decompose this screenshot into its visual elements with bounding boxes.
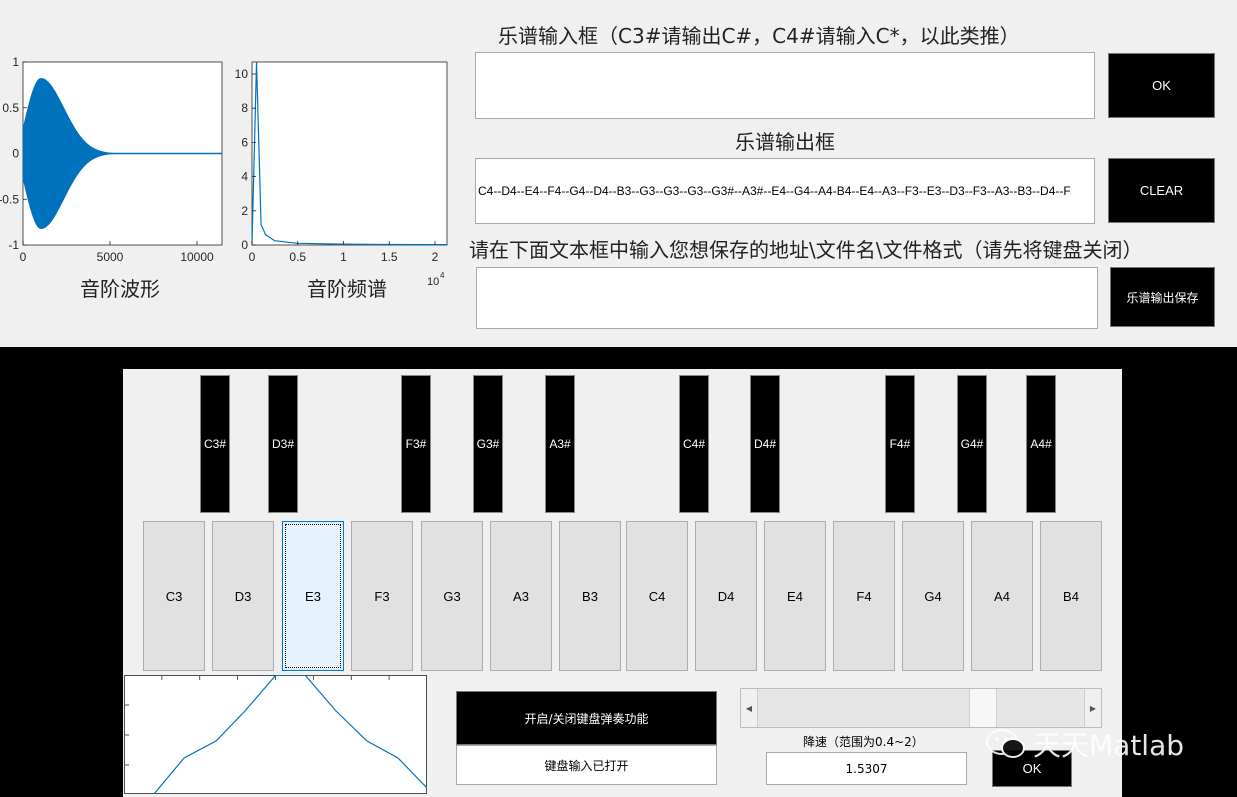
ok-button[interactable]: OK [1108,53,1215,118]
watermark: 天天Matlab [985,724,1184,764]
spectrum-exponent-power: 4 [440,271,445,280]
spectrum-x-tick: 1 [340,250,347,264]
spectrum-caption: 音阶频谱 [307,277,387,301]
spectrum-y-tick: 8 [241,101,248,115]
waveform-x-tick: 0 [20,250,27,264]
waveform-plot: 1 0.5 0 -0.5 -1 0 5000 10000 [0,55,223,264]
wechat-icon [986,729,1025,758]
black-key-d3-sharp[interactable]: D3# [268,375,298,513]
white-key-d3[interactable]: D3 [212,521,274,671]
white-key-c4[interactable]: C4 [626,521,688,671]
waveform-y-tick: -0.5 [0,192,19,206]
save-path-field[interactable] [476,267,1098,329]
spectrum-x-tick: 0 [249,250,256,264]
keyboard-toggle-button[interactable]: 开启/关闭键盘弹奏功能 [456,691,717,745]
white-key-b3[interactable]: B3 [559,521,621,671]
score-output-field[interactable]: C4--D4--E4--F4--G4--D4--B3--G3--G3--G3--… [475,158,1095,224]
black-key-g4-sharp[interactable]: G4# [957,375,987,513]
spectrum-exponent-base: 10 [427,276,439,288]
waveform-caption: 音阶波形 [80,277,160,301]
black-key-c3-sharp[interactable]: C3# [200,375,230,513]
white-key-e3[interactable]: E3 [282,521,344,671]
keyboard-status-display: 键盘输入已打开 [456,745,717,785]
black-key-g3-sharp[interactable]: G3# [473,375,503,513]
score-input-label: 乐谱输入框（C3#请输出C#，C4#请输入C*，以此类推） [498,24,1020,48]
black-key-f4-sharp[interactable]: F4# [885,375,915,513]
white-key-d4[interactable]: D4 [695,521,757,671]
waveform-x-tick: 5000 [97,250,124,264]
black-key-c4-sharp[interactable]: C4# [679,375,709,513]
spectrum-x-tick: 2 [432,250,439,264]
black-key-f3-sharp[interactable]: F3# [401,375,431,513]
watermark-text: 天天Matlab [1033,729,1185,762]
spectrum-y-tick: 2 [241,204,248,218]
white-key-g3[interactable]: G3 [421,521,483,671]
speed-value-field[interactable]: 1.5307 [766,752,967,785]
black-key-a4-sharp[interactable]: A4# [1026,375,1056,513]
white-key-b4[interactable]: B4 [1040,521,1102,671]
clear-button[interactable]: CLEAR [1108,158,1215,223]
white-key-c3[interactable]: C3 [143,521,205,671]
white-key-a4[interactable]: A4 [971,521,1033,671]
spectrum-y-tick: 6 [241,135,248,149]
white-key-f4[interactable]: F4 [833,521,895,671]
score-output-label: 乐谱输出框 [735,130,835,154]
speed-label: 降速（范围为0.4~2） [803,735,924,749]
spectrum-x-tick: 1.5 [381,250,398,264]
waveform-y-tick: 0.5 [2,101,19,115]
save-score-button[interactable]: 乐谱输出保存 [1110,267,1215,327]
slider-left-arrow-icon[interactable]: ◀ [741,689,758,727]
spectrum-plot: 1086420 0 0.5 1 1.5 2 10 4 [235,61,448,288]
speed-slider[interactable]: ◀ ▶ [740,688,1102,728]
plots-area: 10.50-0.5-1 0 5000 10000 1086420 0 0.5 1 1.5 2… [0,55,448,288]
save-path-label: 请在下面文本框中输入您想保存的地址\文件名\文件格式（请先将键盘关闭） [469,238,1143,262]
spectrum-y-tick: 0 [241,238,248,252]
white-key-g4[interactable]: G4 [902,521,964,671]
waveform-x-tick: 10000 [180,250,214,264]
black-key-a3-sharp[interactable]: A3# [545,375,575,513]
slider-right-arrow-icon[interactable]: ▶ [1084,689,1101,727]
waveform-y-tick: 0 [12,147,19,161]
slider-thumb[interactable] [969,689,997,727]
white-key-f3[interactable]: F3 [351,521,413,671]
score-input-field[interactable] [475,52,1095,119]
waveform-y-tick: 1 [12,55,19,69]
white-key-e4[interactable]: E4 [764,521,826,671]
mini-plot [124,675,427,795]
white-key-a3[interactable]: A3 [490,521,552,671]
black-key-d4-sharp[interactable]: D4# [750,375,780,513]
waveform-y-tick: -1 [8,238,19,252]
spectrum-y-tick: 10 [235,67,249,81]
spectrum-x-tick: 0.5 [289,250,306,264]
spectrum-y-tick: 4 [241,170,248,184]
